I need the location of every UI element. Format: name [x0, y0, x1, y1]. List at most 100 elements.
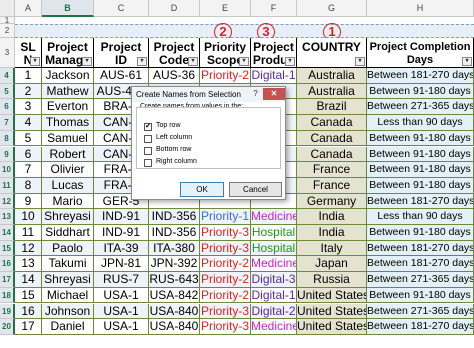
- close-icon[interactable]: ✕: [263, 88, 285, 100]
- table-cell[interactable]: USA-1: [94, 287, 149, 304]
- option-checkbox[interactable]: [144, 135, 152, 143]
- table-cell[interactable]: ITA-39: [94, 240, 149, 257]
- filter-dropdown-icon[interactable]: ▾: [188, 57, 198, 66]
- table-cell[interactable]: Olivier: [42, 162, 94, 178]
- table-cell[interactable]: Mario: [42, 193, 94, 210]
- row-header-2[interactable]: 2: [0, 24, 15, 38]
- table-cell[interactable]: Takumi: [42, 256, 94, 273]
- column-header-e[interactable]: E: [200, 0, 251, 17]
- table-cell[interactable]: Priority-3: [200, 319, 251, 335]
- table-cell[interactable]: 9: [15, 193, 42, 210]
- row-header-16[interactable]: 16: [0, 256, 15, 273]
- table-cell[interactable]: 6: [15, 146, 42, 163]
- row-header-4[interactable]: 4: [0, 68, 15, 84]
- table-cell[interactable]: Between 91-180 days: [367, 130, 474, 147]
- table-cell[interactable]: Between 181-270 days: [367, 68, 474, 84]
- table-cell[interactable]: Everton: [42, 99, 94, 116]
- table-cell[interactable]: Brazil: [297, 99, 367, 116]
- row-header-9[interactable]: 9: [0, 146, 15, 163]
- table-cell[interactable]: Shreyasi: [42, 272, 94, 288]
- table-cell[interactable]: Between 91-180 days: [367, 162, 474, 178]
- table-cell[interactable]: Between 181-270 days: [367, 256, 474, 273]
- table-cell[interactable]: Medicine: [251, 319, 297, 335]
- option-checkbox[interactable]: [144, 147, 152, 155]
- table-cell[interactable]: Jackson: [42, 68, 94, 84]
- table-cell[interactable]: Priority-2: [200, 68, 251, 84]
- table-cell[interactable]: Canada: [297, 146, 367, 163]
- row-header-3[interactable]: 3: [0, 38, 15, 68]
- table-cell[interactable]: Russia: [297, 272, 367, 288]
- table-cell[interactable]: RUS-7: [94, 272, 149, 288]
- table-cell[interactable]: France: [297, 177, 367, 194]
- table-cell[interactable]: USA-842: [149, 287, 200, 304]
- table-cell[interactable]: Less than 90 days: [367, 115, 474, 131]
- row-header-19[interactable]: 19: [0, 303, 15, 320]
- table-cell[interactable]: United States: [297, 287, 367, 304]
- table-cell[interactable]: Between 91-180 days: [367, 225, 474, 241]
- table-cell[interactable]: Between 91-180 days: [367, 146, 474, 163]
- table-cell[interactable]: United States: [297, 319, 367, 335]
- filter-dropdown-icon[interactable]: ▾: [285, 57, 295, 66]
- table-cell[interactable]: Canada: [297, 115, 367, 131]
- table-cell[interactable]: Between 181-270 days: [367, 240, 474, 257]
- column-header-d[interactable]: D: [149, 0, 200, 17]
- table-cell[interactable]: Between 91-180 days: [367, 83, 474, 100]
- column-header-g[interactable]: G: [297, 0, 367, 17]
- table-cell[interactable]: 2: [15, 83, 42, 100]
- table-cell[interactable]: Digital-1: [251, 287, 297, 304]
- cancel-button[interactable]: Cancel: [229, 182, 282, 197]
- column-header-a[interactable]: A: [15, 0, 42, 17]
- table-cell[interactable]: 11: [15, 225, 42, 241]
- table-cell[interactable]: Siddhart: [42, 225, 94, 241]
- table-cell[interactable]: USA-1: [94, 319, 149, 335]
- table-cell[interactable]: Digital-2: [251, 303, 297, 320]
- select-all-corner[interactable]: [0, 0, 15, 17]
- column-header-f[interactable]: F: [251, 0, 297, 17]
- table-cell[interactable]: France: [297, 162, 367, 178]
- table-cell[interactable]: India: [297, 209, 367, 225]
- table-cell[interactable]: Priority-3: [200, 303, 251, 320]
- table-cell[interactable]: Samuel: [42, 130, 94, 147]
- table-cell[interactable]: AUS-61: [94, 68, 149, 84]
- filter-dropdown-icon[interactable]: ▾: [82, 57, 92, 66]
- table-cell[interactable]: IND-91: [94, 225, 149, 241]
- table-cell[interactable]: IND-91: [94, 209, 149, 225]
- table-cell[interactable]: Between 181-270 days: [367, 193, 474, 210]
- table-cell[interactable]: 16: [15, 303, 42, 320]
- table-cell[interactable]: 13: [15, 256, 42, 273]
- table-cell[interactable]: USA-840: [149, 319, 200, 335]
- table-cell[interactable]: Italy: [297, 240, 367, 257]
- row-header-8[interactable]: 8: [0, 130, 15, 147]
- filter-dropdown-icon[interactable]: ▾: [462, 57, 472, 66]
- table-cell[interactable]: 12: [15, 240, 42, 257]
- row-header-14[interactable]: 14: [0, 225, 15, 241]
- table-cell[interactable]: Between 271-365 days: [367, 99, 474, 116]
- table-cell[interactable]: Medicine: [251, 209, 297, 225]
- table-cell[interactable]: Digital-3: [251, 272, 297, 288]
- table-cell[interactable]: 15: [15, 287, 42, 304]
- option-checkbox[interactable]: [144, 159, 152, 167]
- table-cell[interactable]: USA-1: [94, 303, 149, 320]
- row-header-11[interactable]: 11: [0, 177, 15, 194]
- table-cell[interactable]: United States: [297, 303, 367, 320]
- table-cell[interactable]: Germany: [297, 193, 367, 210]
- table-cell[interactable]: IND-356: [149, 225, 200, 241]
- row-header-1[interactable]: 1: [0, 17, 15, 25]
- table-cell[interactable]: Australia: [297, 68, 367, 84]
- row-header-15[interactable]: 15: [0, 240, 15, 257]
- table-cell[interactable]: Between 181-270 days: [367, 319, 474, 335]
- table-cell[interactable]: India: [297, 225, 367, 241]
- table-cell[interactable]: Priority-2: [200, 272, 251, 288]
- table-cell[interactable]: Between 91-180 days: [367, 177, 474, 194]
- table-cell[interactable]: Mathew: [42, 83, 94, 100]
- table-cell[interactable]: JPN-392: [149, 256, 200, 273]
- filter-dropdown-icon[interactable]: ▾: [355, 57, 365, 66]
- row-header-17[interactable]: 17: [0, 272, 15, 288]
- filter-dropdown-icon[interactable]: ▾: [137, 57, 147, 66]
- table-cell[interactable]: USA-840: [149, 303, 200, 320]
- row-header-12[interactable]: 12: [0, 193, 15, 210]
- row-header-20[interactable]: 20: [0, 319, 15, 335]
- table-cell[interactable]: IND-356: [149, 209, 200, 225]
- table-cell[interactable]: JPN-81: [94, 256, 149, 273]
- row-header-6[interactable]: 6: [0, 99, 15, 116]
